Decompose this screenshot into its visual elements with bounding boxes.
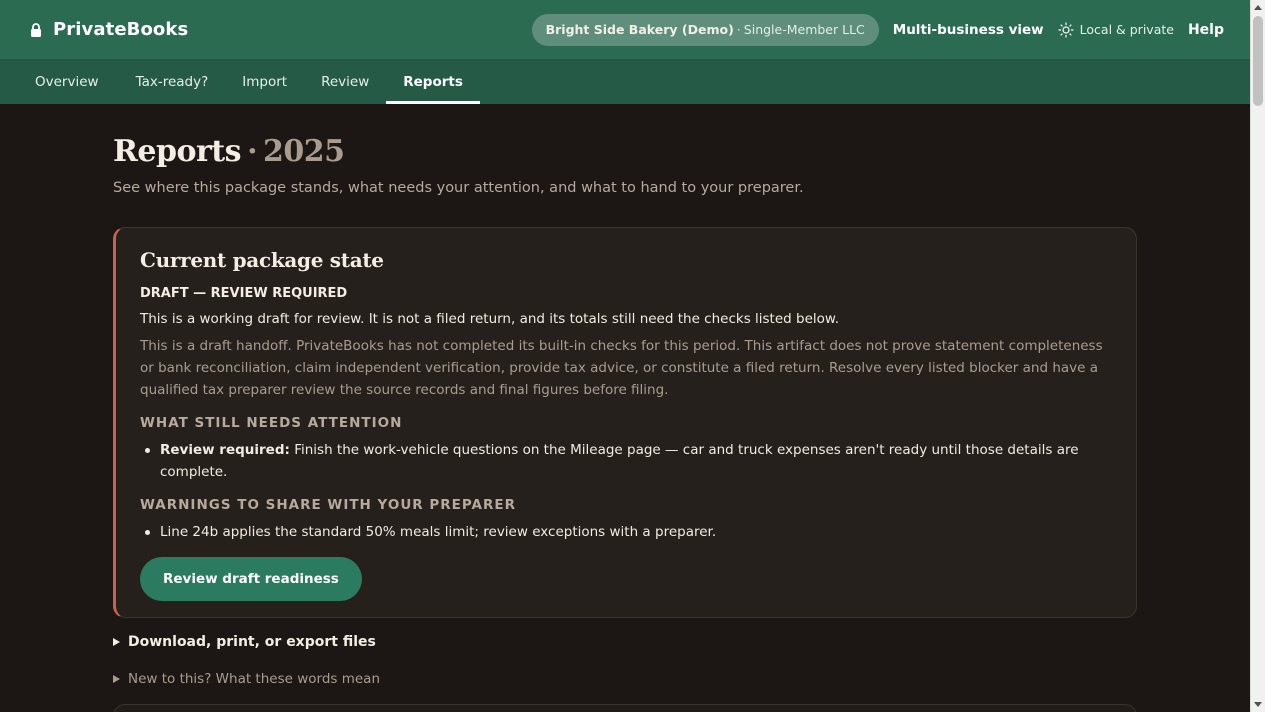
tab-reports[interactable]: Reports <box>386 59 480 104</box>
tab-review[interactable]: Review <box>304 59 386 104</box>
attention-heading: What still needs attention <box>140 415 403 431</box>
business-separator: · <box>736 22 741 37</box>
package-state-card: Current package state DRAFT — REVIEW REQ… <box>113 227 1137 618</box>
page-title: Reports · 2025 <box>113 130 1137 174</box>
card-lead: This is a working draft for review. It i… <box>140 311 839 327</box>
scrollbar[interactable] <box>1250 0 1265 712</box>
multi-business-link[interactable]: Multi-business view <box>893 22 1044 38</box>
tab-overview[interactable]: Overview <box>0 59 119 104</box>
page-title-text: Reports <box>113 134 242 169</box>
scroll-down-icon[interactable] <box>1254 702 1262 707</box>
attention-list: Review required: Finish the work-vehicle… <box>140 439 1112 483</box>
list-item: Review required: Finish the work-vehicle… <box>140 439 1112 483</box>
card-body: This is a draft handoff. PrivateBooks ha… <box>140 338 1103 398</box>
list-item: Line 24b applies the standard 50% meals … <box>140 521 1112 543</box>
help-link[interactable]: Help <box>1188 22 1224 38</box>
title-separator: · <box>247 134 258 169</box>
card-title: Current package state <box>140 248 384 272</box>
scrollbar-thumb[interactable] <box>1253 16 1263 106</box>
brand[interactable]: PrivateBooks <box>30 19 188 40</box>
review-draft-button[interactable]: Review draft readiness <box>140 557 362 601</box>
list-item-strong: Review required: <box>160 442 290 458</box>
business-switcher[interactable]: Bright Side Bakery (Demo) · Single-Membe… <box>531 13 879 46</box>
main-tabs: Overview Tax-ready? Import Review Report… <box>0 59 1250 104</box>
sun-icon[interactable] <box>1058 21 1074 38</box>
page-year: 2025 <box>263 134 345 169</box>
business-type: Single-Member LLC <box>743 22 865 37</box>
tab-import[interactable]: Import <box>225 59 304 104</box>
status-badge: DRAFT — REVIEW REQUIRED <box>140 286 348 301</box>
top-bar: PrivateBooks Bright Side Bakery (Demo) ·… <box>0 0 1250 59</box>
business-name: Bright Side Bakery (Demo) <box>545 22 734 37</box>
tab-tax-ready[interactable]: Tax-ready? <box>119 59 226 104</box>
warnings-heading: Warnings to share with your preparer <box>140 497 516 513</box>
page-subtitle: See where this package stands, what need… <box>113 180 804 196</box>
download-disclosure-label: Download, print, or export files <box>128 634 376 650</box>
download-disclosure[interactable]: Download, print, or export files <box>113 634 376 650</box>
caret-right-icon <box>113 638 120 646</box>
caret-right-icon <box>113 675 120 683</box>
next-card <box>113 704 1137 712</box>
local-private-label: Local & private <box>1079 22 1174 37</box>
warnings-list: Line 24b applies the standard 50% meals … <box>140 521 1112 543</box>
glossary-disclosure-label: New to this? What these words mean <box>128 671 381 687</box>
glossary-disclosure[interactable]: New to this? What these words mean <box>113 671 380 687</box>
main-content: Reports · 2025 See where this package stan… <box>113 130 1137 712</box>
app-name: PrivateBooks <box>53 19 189 40</box>
list-item-text: Finish the work-vehicle questions on the… <box>160 442 1079 480</box>
lock-icon <box>30 22 44 38</box>
scroll-up-icon[interactable] <box>1254 5 1262 10</box>
